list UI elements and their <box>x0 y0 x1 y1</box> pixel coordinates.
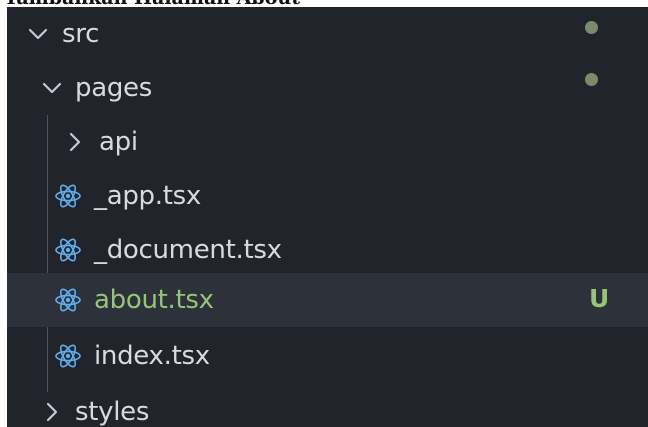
folder-label-src: src <box>62 19 100 49</box>
react-icon <box>55 238 81 262</box>
file-row-index[interactable]: index.tsx <box>7 329 648 383</box>
react-icon <box>55 344 81 368</box>
chevron-right-icon <box>46 402 58 422</box>
chevron-down-icon <box>42 82 62 94</box>
file-row-about[interactable]: about.tsx U <box>7 273 648 327</box>
page: Tambahkan Halaman About src pages api <box>0 0 648 427</box>
react-icon <box>55 184 81 208</box>
chevron-right-icon <box>69 132 81 152</box>
folder-row-pages[interactable]: pages <box>7 61 648 115</box>
folder-row-src[interactable]: src <box>7 7 648 61</box>
modified-dot <box>585 73 598 86</box>
file-label-index: index.tsx <box>94 341 210 371</box>
folder-label-styles: styles <box>75 397 150 427</box>
folder-row-api[interactable]: api <box>7 115 648 169</box>
folder-row-styles[interactable]: styles <box>7 385 648 427</box>
file-label-app: _app.tsx <box>94 181 201 211</box>
modified-dot <box>585 21 598 34</box>
folder-label-pages: pages <box>75 73 152 103</box>
file-label-about: about.tsx <box>94 285 214 315</box>
react-icon <box>55 288 81 312</box>
file-row-app[interactable]: _app.tsx <box>7 169 648 223</box>
chevron-down-icon <box>28 28 48 40</box>
folder-label-api: api <box>99 127 138 157</box>
untracked-status-badge: U <box>589 284 610 313</box>
file-explorer-panel: src pages api _app.tsx _document.tsx abo… <box>7 7 648 427</box>
file-row-document[interactable]: _document.tsx <box>7 223 648 277</box>
file-label-document: _document.tsx <box>94 235 282 265</box>
